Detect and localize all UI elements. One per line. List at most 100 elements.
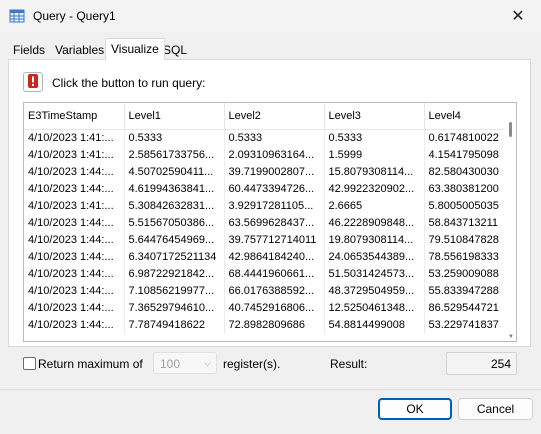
column-header-level3[interactable]: Level3 — [324, 103, 425, 130]
ok-button[interactable]: OK — [378, 398, 452, 420]
table-cell: 1.5999 — [324, 147, 425, 164]
scroll-down-arrow-icon[interactable]: ▼ — [508, 334, 514, 340]
table-cell: 3.92917281105... — [224, 198, 325, 215]
table-cell: 42.9922320902... — [324, 181, 425, 198]
table-cell: 2.09310963164... — [224, 147, 325, 164]
table-cell: 12.5250461348... — [324, 300, 425, 317]
table-cell: 2.58561733756... — [124, 147, 225, 164]
table-row[interactable]: 4/10/2023 1:44:... 7.10856219977... 66.017… — [24, 283, 516, 300]
table-cell: 39.7199002807... — [224, 164, 325, 181]
table-cell: 4/10/2023 1:44:... — [24, 181, 125, 198]
table-cell: 4/10/2023 1:41:... — [24, 147, 125, 164]
table-cell: 5.30842632831... — [124, 198, 225, 215]
table-cell: 82.580430030 — [424, 164, 516, 181]
table-cell: 4/10/2023 1:41:... — [24, 198, 125, 215]
table-cell: 6.3407172521134 — [124, 249, 225, 266]
table-row[interactable]: 4/10/2023 1:44:... 4.61994363841... 60.447… — [24, 181, 516, 198]
table-cell: 53.229741837 — [424, 317, 516, 334]
table-cell: 55.833947288 — [424, 283, 516, 300]
table-row[interactable]: 4/10/2023 1:44:... 7.78749418622 72.898280… — [24, 317, 516, 334]
results-table: E3TimeStamp Level1 Level2 Level3 Level4 … — [24, 103, 516, 334]
table-row[interactable]: 4/10/2023 1:41:... 2.58561733756... 2.0931… — [24, 147, 516, 164]
table-cell: 68.4441960661... — [224, 266, 325, 283]
table-cell: 7.78749418622 — [124, 317, 225, 334]
tab-visualize[interactable]: Visualize — [105, 38, 165, 60]
table-cell: 7.36529794610... — [124, 300, 225, 317]
tab-fields[interactable]: Fields — [8, 41, 50, 59]
column-header-e3timestamp[interactable]: E3TimeStamp — [24, 103, 125, 130]
table-row[interactable]: 4/10/2023 1:44:... 6.3407172521134 42.9864… — [24, 249, 516, 266]
table-cell: 79.510847828 — [424, 232, 516, 249]
table-cell: 53.259009088 — [424, 266, 516, 283]
window-title: Query - Query1 — [33, 9, 116, 23]
table-cell: 86.529544721 — [424, 300, 516, 317]
table-cell: 7.10856219977... — [124, 283, 225, 300]
table-row[interactable]: 4/10/2023 1:41:... 5.30842632831... 3.9291… — [24, 198, 516, 215]
table-cell: 4.1541795098 — [424, 147, 516, 164]
table-cell: 0.5333 — [124, 129, 225, 147]
column-header-level2[interactable]: Level2 — [224, 103, 325, 130]
table-cell: 5.51567050386... — [124, 215, 225, 232]
table-cell: 24.0653544389... — [324, 249, 425, 266]
table-cell: 4/10/2023 1:44:... — [24, 266, 125, 283]
table-cell: 4.50702590411... — [124, 164, 225, 181]
table-row[interactable]: 4/10/2023 1:44:... 6.98722921842... 68.444… — [24, 266, 516, 283]
column-header-level4[interactable]: Level4 — [424, 103, 516, 130]
close-icon: ✕ — [511, 8, 525, 25]
table-cell: 72.8982809686 — [224, 317, 325, 334]
cancel-button[interactable]: Cancel — [458, 398, 533, 420]
table-cell: 19.8079308114... — [324, 232, 425, 249]
table-cell: 0.5333 — [224, 129, 325, 147]
table-cell: 39.757712714011 — [224, 232, 325, 249]
column-header-level1[interactable]: Level1 — [124, 103, 225, 130]
table-header-row: E3TimeStamp Level1 Level2 Level3 Level4 — [24, 103, 516, 130]
table-cell: 78.556198333 — [424, 249, 516, 266]
table-cell: 4/10/2023 1:44:... — [24, 249, 125, 266]
table-cell: 4/10/2023 1:44:... — [24, 283, 125, 300]
result-label: Result: — [330, 357, 368, 371]
table-cell: 4/10/2023 1:44:... — [24, 317, 125, 334]
table-cell: 4.61994363841... — [124, 181, 225, 198]
vertical-scrollbar[interactable] — [505, 103, 516, 341]
result-field: 254 — [446, 352, 517, 375]
table-cell: 63.5699628437... — [224, 215, 325, 232]
table-cell: 0.5333 — [324, 129, 425, 147]
table-cell: 0.6174810022 — [424, 129, 516, 147]
return-maximum-checkbox[interactable] — [23, 357, 36, 370]
table-cell: 42.9864184240... — [224, 249, 325, 266]
table-cell: 4/10/2023 1:44:... — [24, 215, 125, 232]
max-registers-select[interactable]: 100 ⌵ — [153, 352, 217, 374]
table-cell: 6.98722921842... — [124, 266, 225, 283]
table-row[interactable]: 4/10/2023 1:44:... 4.50702590411... 39.719… — [24, 164, 516, 181]
table-cell: 63.380381200 — [424, 181, 516, 198]
table-cell: 46.2228909848... — [324, 215, 425, 232]
table-cell: 60.4473394726... — [224, 181, 325, 198]
table-row[interactable]: 4/10/2023 1:41:... 0.5333 0.5333 0.5333 0.61… — [24, 129, 516, 147]
table-cell: 4/10/2023 1:44:... — [24, 300, 125, 317]
exclamation-icon — [27, 73, 39, 91]
table-row[interactable]: 4/10/2023 1:44:... 5.51567050386... 63.569… — [24, 215, 516, 232]
table-cell: 66.0176388592... — [224, 283, 325, 300]
table-cell: 4/10/2023 1:41:... — [24, 129, 125, 147]
table-cell: 51.5031424573... — [324, 266, 425, 283]
table-cell: 48.3729504959... — [324, 283, 425, 300]
close-button[interactable]: ✕ — [495, 0, 541, 32]
registers-label: register(s). — [223, 357, 281, 371]
result-value: 254 — [490, 357, 511, 371]
table-cell: 54.8814499008 — [324, 317, 425, 334]
results-grid[interactable]: E3TimeStamp Level1 Level2 Level3 Level4 … — [23, 102, 517, 342]
run-query-label: Click the button to run query: — [52, 76, 206, 90]
table-cell: 5.8005005035 — [424, 198, 516, 215]
run-query-button[interactable] — [23, 72, 43, 92]
table-row[interactable]: 4/10/2023 1:44:... 7.36529794610... 40.745… — [24, 300, 516, 317]
return-maximum-label: Return maximum of — [38, 357, 143, 371]
title-bar: Query - Query1 ✕ — [0, 0, 541, 32]
table-cell: 58.843713211 — [424, 215, 516, 232]
max-registers-value: 100 — [160, 357, 181, 371]
table-row[interactable]: 4/10/2023 1:44:... 5.64476454969... 39.757… — [24, 232, 516, 249]
table-cell: 15.8079308114... — [324, 164, 425, 181]
table-cell: 4/10/2023 1:44:... — [24, 232, 125, 249]
tab-variables[interactable]: Variables — [50, 41, 109, 59]
table-cell: 5.64476454969... — [124, 232, 225, 249]
scrollbar-thumb[interactable] — [509, 122, 512, 137]
